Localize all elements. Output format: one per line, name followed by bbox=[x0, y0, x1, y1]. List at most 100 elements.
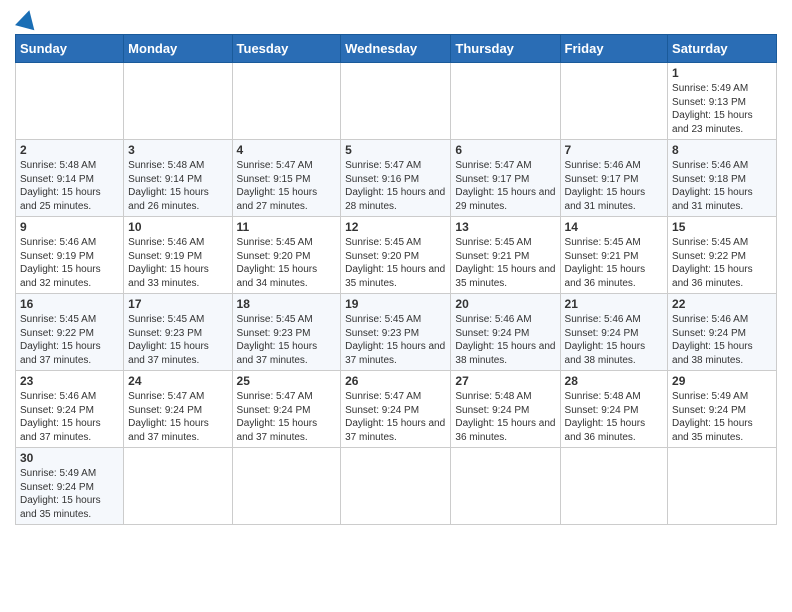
day-number: 9 bbox=[20, 220, 119, 234]
calendar-cell-14: 14 Sunrise: 5:45 AM Sunset: 9:21 PM Dayli… bbox=[560, 217, 668, 294]
calendar-cell-9: 9 Sunrise: 5:46 AM Sunset: 9:19 PM Daylig… bbox=[16, 217, 124, 294]
day-info: Sunrise: 5:46 AM Sunset: 9:24 PM Dayligh… bbox=[455, 313, 555, 367]
calendar-cell-21: 21 Sunrise: 5:46 AM Sunset: 9:24 PM Dayli… bbox=[560, 294, 668, 371]
weekday-header-thursday: Thursday bbox=[451, 35, 560, 63]
day-number: 25 bbox=[237, 374, 337, 388]
day-number: 28 bbox=[565, 374, 664, 388]
calendar-cell-empty bbox=[341, 63, 451, 140]
calendar-cell-8: 8 Sunrise: 5:46 AM Sunset: 9:18 PM Daylig… bbox=[668, 140, 777, 217]
calendar-cell-empty bbox=[124, 448, 232, 525]
calendar-cell-empty bbox=[16, 63, 124, 140]
calendar-cell-empty bbox=[560, 63, 668, 140]
day-number: 8 bbox=[672, 143, 772, 157]
day-number: 3 bbox=[128, 143, 227, 157]
day-number: 26 bbox=[345, 374, 446, 388]
day-number: 7 bbox=[565, 143, 664, 157]
calendar-cell-empty bbox=[232, 448, 341, 525]
calendar-cell-4: 4 Sunrise: 5:47 AM Sunset: 9:15 PM Daylig… bbox=[232, 140, 341, 217]
calendar-cell-empty bbox=[668, 448, 777, 525]
calendar-cell-empty bbox=[451, 448, 560, 525]
day-info: Sunrise: 5:45 AM Sunset: 9:20 PM Dayligh… bbox=[345, 236, 446, 290]
day-info: Sunrise: 5:45 AM Sunset: 9:22 PM Dayligh… bbox=[20, 313, 119, 367]
weekday-header-friday: Friday bbox=[560, 35, 668, 63]
day-number: 5 bbox=[345, 143, 446, 157]
day-info: Sunrise: 5:47 AM Sunset: 9:24 PM Dayligh… bbox=[128, 390, 227, 444]
calendar-cell-30: 30 Sunrise: 5:49 AM Sunset: 9:24 PM Dayli… bbox=[16, 448, 124, 525]
weekday-header-tuesday: Tuesday bbox=[232, 35, 341, 63]
calendar-cell-5: 5 Sunrise: 5:47 AM Sunset: 9:16 PM Daylig… bbox=[341, 140, 451, 217]
day-number: 6 bbox=[455, 143, 555, 157]
day-number: 21 bbox=[565, 297, 664, 311]
calendar-cell-7: 7 Sunrise: 5:46 AM Sunset: 9:17 PM Daylig… bbox=[560, 140, 668, 217]
day-number: 4 bbox=[237, 143, 337, 157]
calendar-cell-1: 1Sunrise: 5:49 AM Sunset: 9:13 PM Daylig… bbox=[668, 63, 777, 140]
calendar-cell-empty bbox=[124, 63, 232, 140]
day-number: 12 bbox=[345, 220, 446, 234]
weekday-header-monday: Monday bbox=[124, 35, 232, 63]
calendar-cell-empty bbox=[560, 448, 668, 525]
weekday-header-saturday: Saturday bbox=[668, 35, 777, 63]
day-info: Sunrise: 5:49 AM Sunset: 9:24 PM Dayligh… bbox=[20, 467, 119, 521]
day-info: Sunrise: 5:48 AM Sunset: 9:14 PM Dayligh… bbox=[20, 159, 119, 213]
calendar-cell-15: 15 Sunrise: 5:45 AM Sunset: 9:22 PM Dayli… bbox=[668, 217, 777, 294]
day-number: 30 bbox=[20, 451, 119, 465]
calendar-cell-11: 11 Sunrise: 5:45 AM Sunset: 9:20 PM Dayli… bbox=[232, 217, 341, 294]
day-number: 1 bbox=[672, 66, 772, 80]
day-info: Sunrise: 5:45 AM Sunset: 9:23 PM Dayligh… bbox=[345, 313, 446, 367]
day-info: Sunrise: 5:45 AM Sunset: 9:20 PM Dayligh… bbox=[237, 236, 337, 290]
day-number: 27 bbox=[455, 374, 555, 388]
calendar-cell-28: 28Sunrise: 5:48 AM Sunset: 9:24 PM Dayli… bbox=[560, 371, 668, 448]
day-number: 10 bbox=[128, 220, 227, 234]
day-number: 20 bbox=[455, 297, 555, 311]
calendar-cell-27: 27 Sunrise: 5:48 AM Sunset: 9:24 PM Dayli… bbox=[451, 371, 560, 448]
header bbox=[15, 10, 777, 28]
day-info: Sunrise: 5:47 AM Sunset: 9:24 PM Dayligh… bbox=[237, 390, 337, 444]
day-info: Sunrise: 5:45 AM Sunset: 9:22 PM Dayligh… bbox=[672, 236, 772, 290]
day-number: 11 bbox=[237, 220, 337, 234]
day-info: Sunrise: 5:47 AM Sunset: 9:16 PM Dayligh… bbox=[345, 159, 446, 213]
calendar-cell-18: 18Sunrise: 5:45 AM Sunset: 9:23 PM Dayli… bbox=[232, 294, 341, 371]
day-info: Sunrise: 5:48 AM Sunset: 9:14 PM Dayligh… bbox=[128, 159, 227, 213]
day-number: 16 bbox=[20, 297, 119, 311]
calendar-cell-16: 16 Sunrise: 5:45 AM Sunset: 9:22 PM Dayli… bbox=[16, 294, 124, 371]
day-number: 19 bbox=[345, 297, 446, 311]
weekday-header-sunday: Sunday bbox=[16, 35, 124, 63]
calendar-cell-25: 25 Sunrise: 5:47 AM Sunset: 9:24 PM Dayli… bbox=[232, 371, 341, 448]
calendar-cell-empty bbox=[232, 63, 341, 140]
calendar-cell-2: 2Sunrise: 5:48 AM Sunset: 9:14 PM Daylig… bbox=[16, 140, 124, 217]
calendar-cell-3: 3 Sunrise: 5:48 AM Sunset: 9:14 PM Daylig… bbox=[124, 140, 232, 217]
day-info: Sunrise: 5:47 AM Sunset: 9:15 PM Dayligh… bbox=[237, 159, 337, 213]
calendar-cell-empty bbox=[341, 448, 451, 525]
calendar-table: SundayMondayTuesdayWednesdayThursdayFrid… bbox=[15, 34, 777, 525]
calendar-cell-20: 20 Sunrise: 5:46 AM Sunset: 9:24 PM Dayli… bbox=[451, 294, 560, 371]
day-info: Sunrise: 5:49 AM Sunset: 9:24 PM Dayligh… bbox=[672, 390, 772, 444]
logo-text bbox=[15, 10, 39, 28]
calendar-cell-23: 23Sunrise: 5:46 AM Sunset: 9:24 PM Dayli… bbox=[16, 371, 124, 448]
calendar-cell-29: 29 Sunrise: 5:49 AM Sunset: 9:24 PM Dayli… bbox=[668, 371, 777, 448]
day-info: Sunrise: 5:45 AM Sunset: 9:23 PM Dayligh… bbox=[237, 313, 337, 367]
day-number: 17 bbox=[128, 297, 227, 311]
day-info: Sunrise: 5:46 AM Sunset: 9:19 PM Dayligh… bbox=[20, 236, 119, 290]
logo-triangle-icon bbox=[15, 8, 39, 31]
day-info: Sunrise: 5:46 AM Sunset: 9:19 PM Dayligh… bbox=[128, 236, 227, 290]
logo bbox=[15, 10, 39, 28]
day-info: Sunrise: 5:45 AM Sunset: 9:21 PM Dayligh… bbox=[565, 236, 664, 290]
calendar-cell-6: 6Sunrise: 5:47 AM Sunset: 9:17 PM Daylig… bbox=[451, 140, 560, 217]
day-number: 14 bbox=[565, 220, 664, 234]
day-number: 13 bbox=[455, 220, 555, 234]
day-info: Sunrise: 5:46 AM Sunset: 9:24 PM Dayligh… bbox=[565, 313, 664, 367]
day-info: Sunrise: 5:46 AM Sunset: 9:17 PM Dayligh… bbox=[565, 159, 664, 213]
calendar-cell-19: 19 Sunrise: 5:45 AM Sunset: 9:23 PM Dayli… bbox=[341, 294, 451, 371]
day-number: 15 bbox=[672, 220, 772, 234]
calendar-cell-22: 22Sunrise: 5:46 AM Sunset: 9:24 PM Dayli… bbox=[668, 294, 777, 371]
day-info: Sunrise: 5:47 AM Sunset: 9:24 PM Dayligh… bbox=[345, 390, 446, 444]
day-info: Sunrise: 5:46 AM Sunset: 9:18 PM Dayligh… bbox=[672, 159, 772, 213]
day-info: Sunrise: 5:45 AM Sunset: 9:23 PM Dayligh… bbox=[128, 313, 227, 367]
calendar-cell-17: 17 Sunrise: 5:45 AM Sunset: 9:23 PM Dayli… bbox=[124, 294, 232, 371]
day-number: 23 bbox=[20, 374, 119, 388]
day-info: Sunrise: 5:48 AM Sunset: 9:24 PM Dayligh… bbox=[455, 390, 555, 444]
day-info: Sunrise: 5:45 AM Sunset: 9:21 PM Dayligh… bbox=[455, 236, 555, 290]
calendar-cell-26: 26 Sunrise: 5:47 AM Sunset: 9:24 PM Dayli… bbox=[341, 371, 451, 448]
day-number: 29 bbox=[672, 374, 772, 388]
day-number: 24 bbox=[128, 374, 227, 388]
